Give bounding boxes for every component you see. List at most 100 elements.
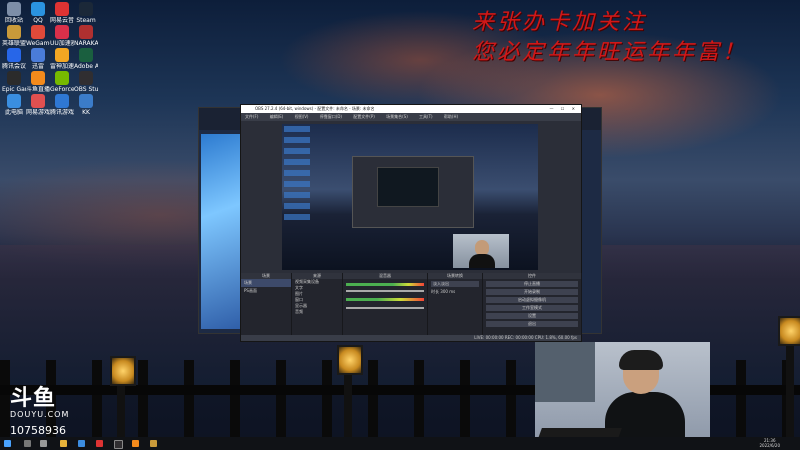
obs-statusbar: LIVE: 00:00:00 REC: 00:00:00 CPU: 1.8%, … [241,335,581,341]
desktop-icon-label: Adobe Audition [74,63,98,70]
menu-profile[interactable]: 配置文件(P) [353,114,375,119]
menu-help[interactable]: 帮助(H) [444,114,458,119]
duration-label: 时长 [431,289,439,294]
app-icon [79,25,93,39]
controls-panel: 控件 停止直播 开始录制 启动虚拟摄像机 工作室模式 设置 退出 [483,273,582,335]
desktop-icon-15[interactable]: GeForce Experience [50,71,74,93]
start-icon[interactable] [4,440,11,447]
source-item[interactable]: 音频 [292,309,342,315]
file-explorer-icon[interactable] [60,440,67,447]
obs-title-text: OBS 27.2.4 (64-bit, windows) - 配置文件: 未命名… [255,106,375,111]
app-icon [79,94,93,108]
app-icon [7,94,21,108]
app-icon [55,25,69,39]
desktop-icon-label: OBS Studio [74,86,98,93]
obs-titlebar[interactable]: OBS 27.2.4 (64-bit, windows) - 配置文件: 未命名… [241,105,581,113]
music-app-icon[interactable] [96,440,103,447]
desktop-icon-12[interactable]: Adobe Audition [74,48,98,70]
taskbar: 21:36 2022/6/20 [0,437,800,450]
desktop-icon-2[interactable]: QQ [26,2,50,24]
app-icon [31,71,45,85]
desktop-icon-19[interactable]: 腾讯游戏 [50,94,74,116]
preview-nested-obs [352,156,474,228]
virtual-camera-button[interactable]: 启动虚拟摄像机 [486,297,578,303]
desktop-icon-label: Epic Games [2,86,26,93]
desktop-icon-label: Steam [76,17,96,24]
app-icon [79,71,93,85]
desktop-icon-10[interactable]: 迅雷 [26,48,50,70]
taskbar-clock[interactable]: 21:36 2022/6/20 [759,438,780,448]
browser-icon[interactable] [78,440,85,447]
desktop-icon-11[interactable]: 雷神加速器 [50,48,74,70]
start-recording-button[interactable]: 开始录制 [486,289,578,295]
obs-taskbar-icon[interactable] [114,440,123,449]
studio-mode-button[interactable]: 工作室模式 [486,305,578,311]
app-icon [79,2,93,16]
desktop-icon-7[interactable]: UU加速器 [50,25,74,47]
desktop-icon-label: 回收站 [4,17,23,24]
app-icon [7,2,21,16]
scene-item[interactable]: 场景 [241,279,291,287]
desktop-icon-20[interactable]: KK [74,94,98,116]
desktop-icon-3[interactable]: 网易云音乐 [50,2,74,24]
transition-duration[interactable]: 时长 300 ms [431,289,479,295]
settings-button[interactable]: 设置 [486,313,578,319]
app-icon [7,48,21,62]
desktop-icon-label: KK [82,109,90,116]
lamp-post [344,368,352,438]
stop-streaming-button[interactable]: 停止直播 [486,281,578,287]
wallpaper-text-line2: 您必定年年旺运年年富！ [472,40,748,65]
menu-scene-collection[interactable]: 场景集合(S) [386,114,408,119]
lamp [110,356,136,386]
obs-menubar: 文件(F) 编辑(E) 视图(V) 停靠窗口(D) 配置文件(P) 场景集合(S… [241,113,581,121]
exit-button[interactable]: 退出 [486,321,578,327]
desktop-icon-label: 英雄联盟 [2,40,26,47]
desktop-icon-1[interactable]: 回收站 [2,2,26,24]
desktop-icon-9[interactable]: 腾讯会议 [2,48,26,70]
transitions-panel: 场景转换 淡入淡出 时长 300 ms [428,273,483,335]
app-icon [55,94,69,108]
search-icon[interactable] [24,440,31,447]
desktop-icon-18[interactable]: 网易游戏 [26,94,50,116]
app-icon [55,71,69,85]
task-view-icon[interactable] [40,440,47,447]
desktop-icon-label: 此电脑 [4,109,23,116]
streamer-hair [619,350,663,370]
webcam-shelf [535,342,595,402]
desktop-icon-14[interactable]: 斗鱼直播伴侣 [26,71,50,93]
desktop-icon-label: 腾讯会议 [2,63,26,70]
app-icon [31,48,45,62]
transition-select[interactable]: 淡入淡出 [431,281,479,287]
lamp-post [786,340,794,438]
desktop-icon-5[interactable]: 英雄联盟 [2,25,26,47]
desktop-icon-8[interactable]: NARAKA [74,25,98,47]
scene-item[interactable]: PS画面 [241,287,291,295]
game-taskbar-icon[interactable] [150,440,157,447]
douyu-watermark: 斗鱼 DOUYU.COM 10758936 [10,388,70,438]
menu-file[interactable]: 文件(F) [245,114,258,119]
volume-slider[interactable] [346,290,424,292]
app-icon [7,71,21,85]
desktop-icon-label: 斗鱼直播伴侣 [26,86,50,93]
obs-preview[interactable] [282,124,538,270]
duration-value: 300 ms [440,289,456,294]
menu-docks[interactable]: 停靠窗口(D) [320,114,342,119]
lamp-post [117,378,125,438]
volume-slider[interactable] [346,307,424,309]
preview-webcam-body [469,254,495,268]
menu-view[interactable]: 视图(V) [295,114,309,119]
douyu-logo-en: DOUYU.COM [10,410,70,419]
obs-window[interactable]: OBS 27.2.4 (64-bit, windows) - 配置文件: 未命名… [240,104,582,342]
desktop-icon-4[interactable]: Steam [74,2,98,24]
douyu-taskbar-icon[interactable] [132,440,139,447]
window-controls[interactable]: — ☐ ✕ [550,105,578,113]
desktop-icon-17[interactable]: 此电脑 [2,94,26,116]
app-icon [31,2,45,16]
desktop-icon-16[interactable]: OBS Studio [74,71,98,93]
menu-edit[interactable]: 编辑(E) [270,114,284,119]
desktop-icon-6[interactable]: WeGame [26,25,50,47]
desktop-icon-label: QQ [33,17,43,24]
menu-tools[interactable]: 工具(T) [419,114,433,119]
desktop-icon-13[interactable]: Epic Games [2,71,26,93]
transitions-panel-title: 场景转换 [428,273,482,279]
